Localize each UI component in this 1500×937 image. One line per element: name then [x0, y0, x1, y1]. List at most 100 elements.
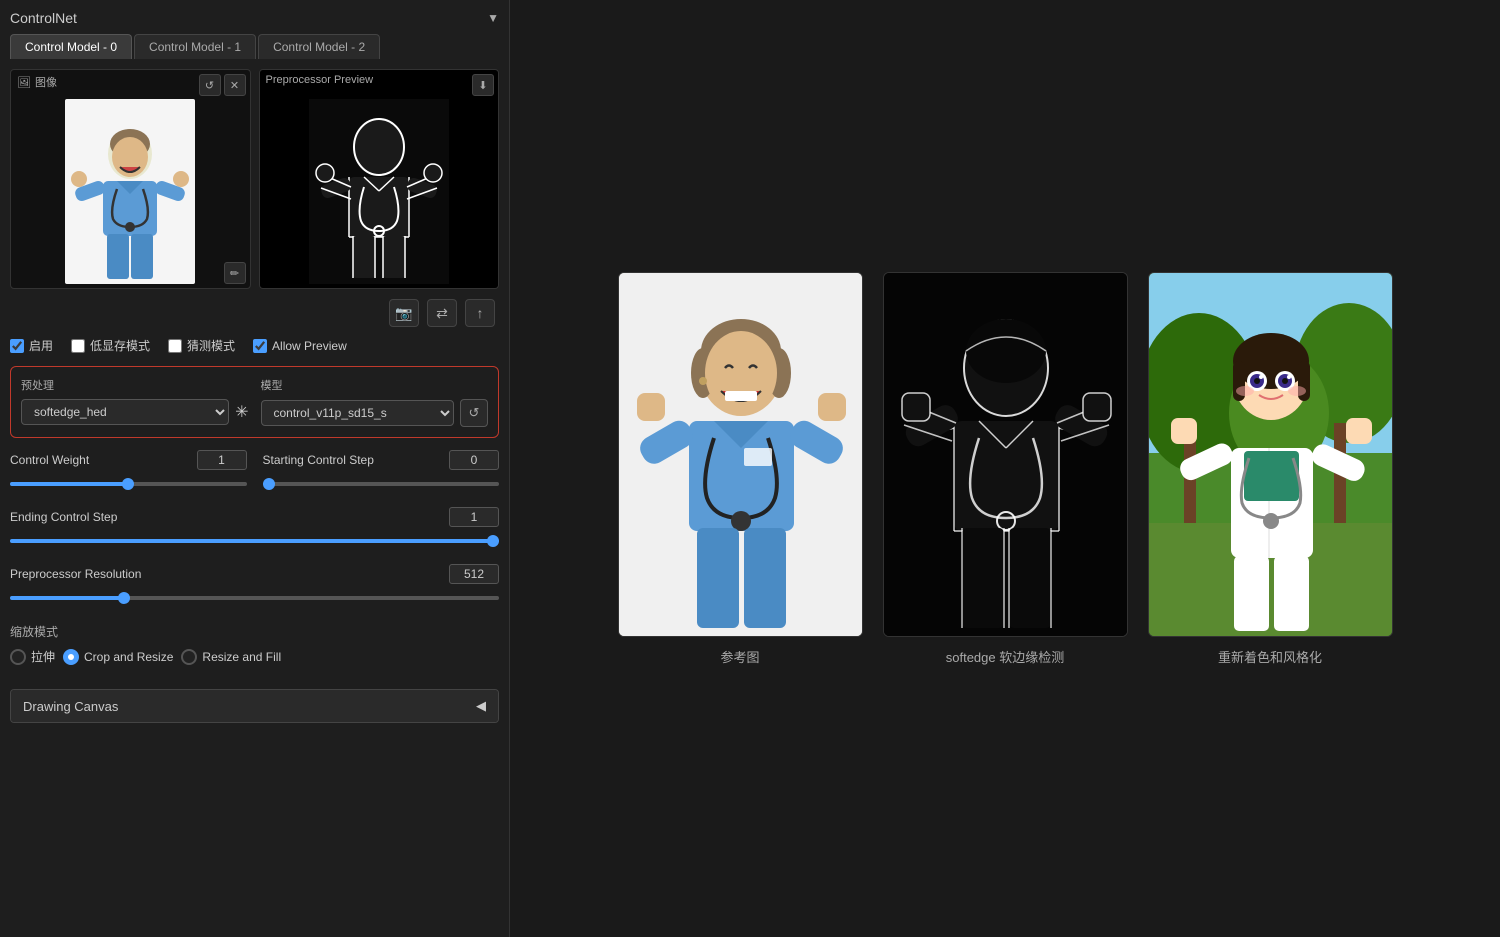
left-panel: ControlNet ▼ Control Model - 0 Control M…	[0, 0, 510, 937]
edit-source-button[interactable]: ✏	[224, 262, 246, 284]
source-image-content	[11, 70, 250, 288]
transfer-action-button[interactable]: ⇄	[427, 299, 457, 327]
zoom-mode-label: 缩放模式	[10, 623, 499, 640]
control-weight-row: Control Weight 1	[10, 450, 247, 470]
zoom-fill-radio[interactable]	[181, 649, 197, 665]
guess-mode-label: 猜测模式	[187, 337, 235, 354]
preprocessor-select[interactable]: softedge_hed	[21, 399, 229, 425]
result-softedge-svg	[884, 273, 1128, 637]
ending-step-slider[interactable]	[10, 539, 499, 543]
result-nurse-svg	[619, 273, 863, 637]
right-panel: 参考图	[510, 0, 1500, 937]
preprocessor-resolution-label: Preprocessor Resolution	[10, 567, 141, 581]
tab-model-1[interactable]: Control Model - 1	[134, 34, 256, 59]
ending-step-row: Ending Control Step 1	[10, 507, 499, 527]
model-select-row: control_v11p_sd15_s ↺	[261, 399, 489, 427]
model-col: 模型 control_v11p_sd15_s ↺	[261, 377, 489, 427]
preprocessor-resolution-slider[interactable]	[10, 596, 499, 600]
source-image-panel: 🖼 图像 ↺ ✕	[10, 69, 251, 289]
model-label: 模型	[261, 377, 489, 393]
zoom-crop-label: Crop and Resize	[84, 650, 173, 664]
starting-step-section: Starting Control Step 0	[263, 450, 500, 489]
zoom-stretch-label: 拉伸	[31, 648, 55, 665]
enable-checkbox-item[interactable]: 启用	[10, 337, 53, 354]
low-memory-checkbox[interactable]	[71, 339, 85, 353]
control-weight-label: Control Weight	[10, 453, 89, 467]
result-caption-2: 重新着色和风格化	[1218, 647, 1322, 666]
low-memory-label: 低显存模式	[90, 337, 150, 354]
preprocessor-preview-panel: Preprocessor Preview ⬇	[259, 69, 500, 289]
preprocessor-col: 预处理 softedge_hed ✳	[21, 377, 249, 427]
low-memory-checkbox-item[interactable]: 低显存模式	[71, 337, 150, 354]
model-select[interactable]: control_v11p_sd15_s	[261, 400, 455, 426]
download-preview-button[interactable]: ⬇	[472, 74, 494, 96]
panel-header: ControlNet ▼	[10, 10, 499, 26]
drawing-canvas-section: Drawing Canvas ◀	[10, 689, 499, 723]
source-image-actions: ↺ ✕	[199, 74, 246, 96]
control-weight-value: 1	[197, 450, 247, 470]
tab-model-0[interactable]: Control Model - 0	[10, 34, 132, 59]
model-refresh-button[interactable]: ↺	[460, 399, 488, 427]
starting-step-value: 0	[449, 450, 499, 470]
result-item-1: softedge 软边缘检测	[883, 272, 1128, 666]
result-styled-svg	[1149, 273, 1393, 637]
result-caption-1: softedge 软边缘检测	[946, 647, 1065, 666]
collapse-button[interactable]: ▼	[487, 11, 499, 25]
panel-title: ControlNet	[10, 10, 77, 26]
control-weight-slider[interactable]	[10, 482, 247, 486]
guess-mode-checkbox[interactable]	[168, 339, 182, 353]
preprocessor-label: 预处理	[21, 377, 249, 393]
zoom-crop-radio[interactable]	[63, 649, 79, 665]
sketch-figure-svg	[309, 99, 449, 284]
zoom-mode-section: 缩放模式 拉伸 Crop and Resize Resize and Fill	[10, 623, 499, 665]
starting-step-row: Starting Control Step 0	[263, 450, 500, 470]
control-weight-section: Control Weight 1	[10, 450, 247, 489]
starting-step-slider[interactable]	[263, 482, 500, 486]
dual-slider-row: Control Weight 1 Starting Control Step 0	[10, 450, 499, 499]
preprocessor-preview-actions: ⬇	[472, 74, 494, 96]
preprocessor-preview-label: Preprocessor Preview	[266, 74, 374, 86]
ending-step-label: Ending Control Step	[10, 510, 117, 524]
preprocessor-resolution-section: Preprocessor Resolution 512	[10, 564, 499, 603]
allow-preview-checkbox-item[interactable]: Allow Preview	[253, 339, 347, 353]
preprocessor-select-row: softedge_hed ✳	[21, 399, 249, 425]
result-image-1	[883, 272, 1128, 637]
zoom-stretch-radio[interactable]	[10, 649, 26, 665]
checkboxes-row: 启用 低显存模式 猜测模式 Allow Preview	[10, 337, 499, 354]
preprocessor-preview-content	[260, 70, 499, 288]
fire-icon[interactable]: ✳	[235, 402, 248, 422]
model-section: 预处理 softedge_hed ✳ 模型 control_v11p_sd15_…	[10, 366, 499, 438]
image-row: 🖼 图像 ↺ ✕	[10, 69, 499, 289]
result-item-2: 重新着色和风格化	[1148, 272, 1393, 666]
guess-mode-checkbox-item[interactable]: 猜测模式	[168, 337, 235, 354]
upload-action-button[interactable]: ↑	[465, 299, 495, 327]
drawing-canvas-collapse-icon: ◀	[476, 698, 486, 714]
ending-step-section: Ending Control Step 1	[10, 507, 499, 546]
starting-step-label: Starting Control Step	[263, 453, 374, 467]
allow-preview-label: Allow Preview	[272, 339, 347, 353]
ending-step-value: 1	[449, 507, 499, 527]
zoom-stretch-option[interactable]: 拉伸	[10, 648, 55, 665]
enable-checkbox[interactable]	[10, 339, 24, 353]
results-grid: 参考图	[618, 272, 1393, 666]
zoom-fill-label: Resize and Fill	[202, 650, 281, 664]
result-caption-0: 参考图	[720, 647, 759, 666]
result-image-2	[1148, 272, 1393, 637]
tab-model-2[interactable]: Control Model - 2	[258, 34, 380, 59]
image-icon: 🖼	[17, 76, 31, 89]
action-row: 📷 ⇄ ↑	[10, 299, 499, 327]
allow-preview-checkbox[interactable]	[253, 339, 267, 353]
result-item-0: 参考图	[618, 272, 863, 666]
close-source-button[interactable]: ✕	[224, 74, 246, 96]
zoom-crop-option[interactable]: Crop and Resize	[63, 649, 173, 665]
camera-action-button[interactable]: 📷	[389, 299, 419, 327]
drawing-canvas-header[interactable]: Drawing Canvas ◀	[11, 690, 498, 722]
enable-label: 启用	[29, 337, 53, 354]
refresh-source-button[interactable]: ↺	[199, 74, 221, 96]
preprocessor-resolution-row: Preprocessor Resolution 512	[10, 564, 499, 584]
result-image-0	[618, 272, 863, 637]
nurse-figure-svg	[65, 99, 195, 284]
model-row: 预处理 softedge_hed ✳ 模型 control_v11p_sd15_…	[21, 377, 488, 427]
zoom-fill-option[interactable]: Resize and Fill	[181, 649, 281, 665]
zoom-options: 拉伸 Crop and Resize Resize and Fill	[10, 648, 499, 665]
